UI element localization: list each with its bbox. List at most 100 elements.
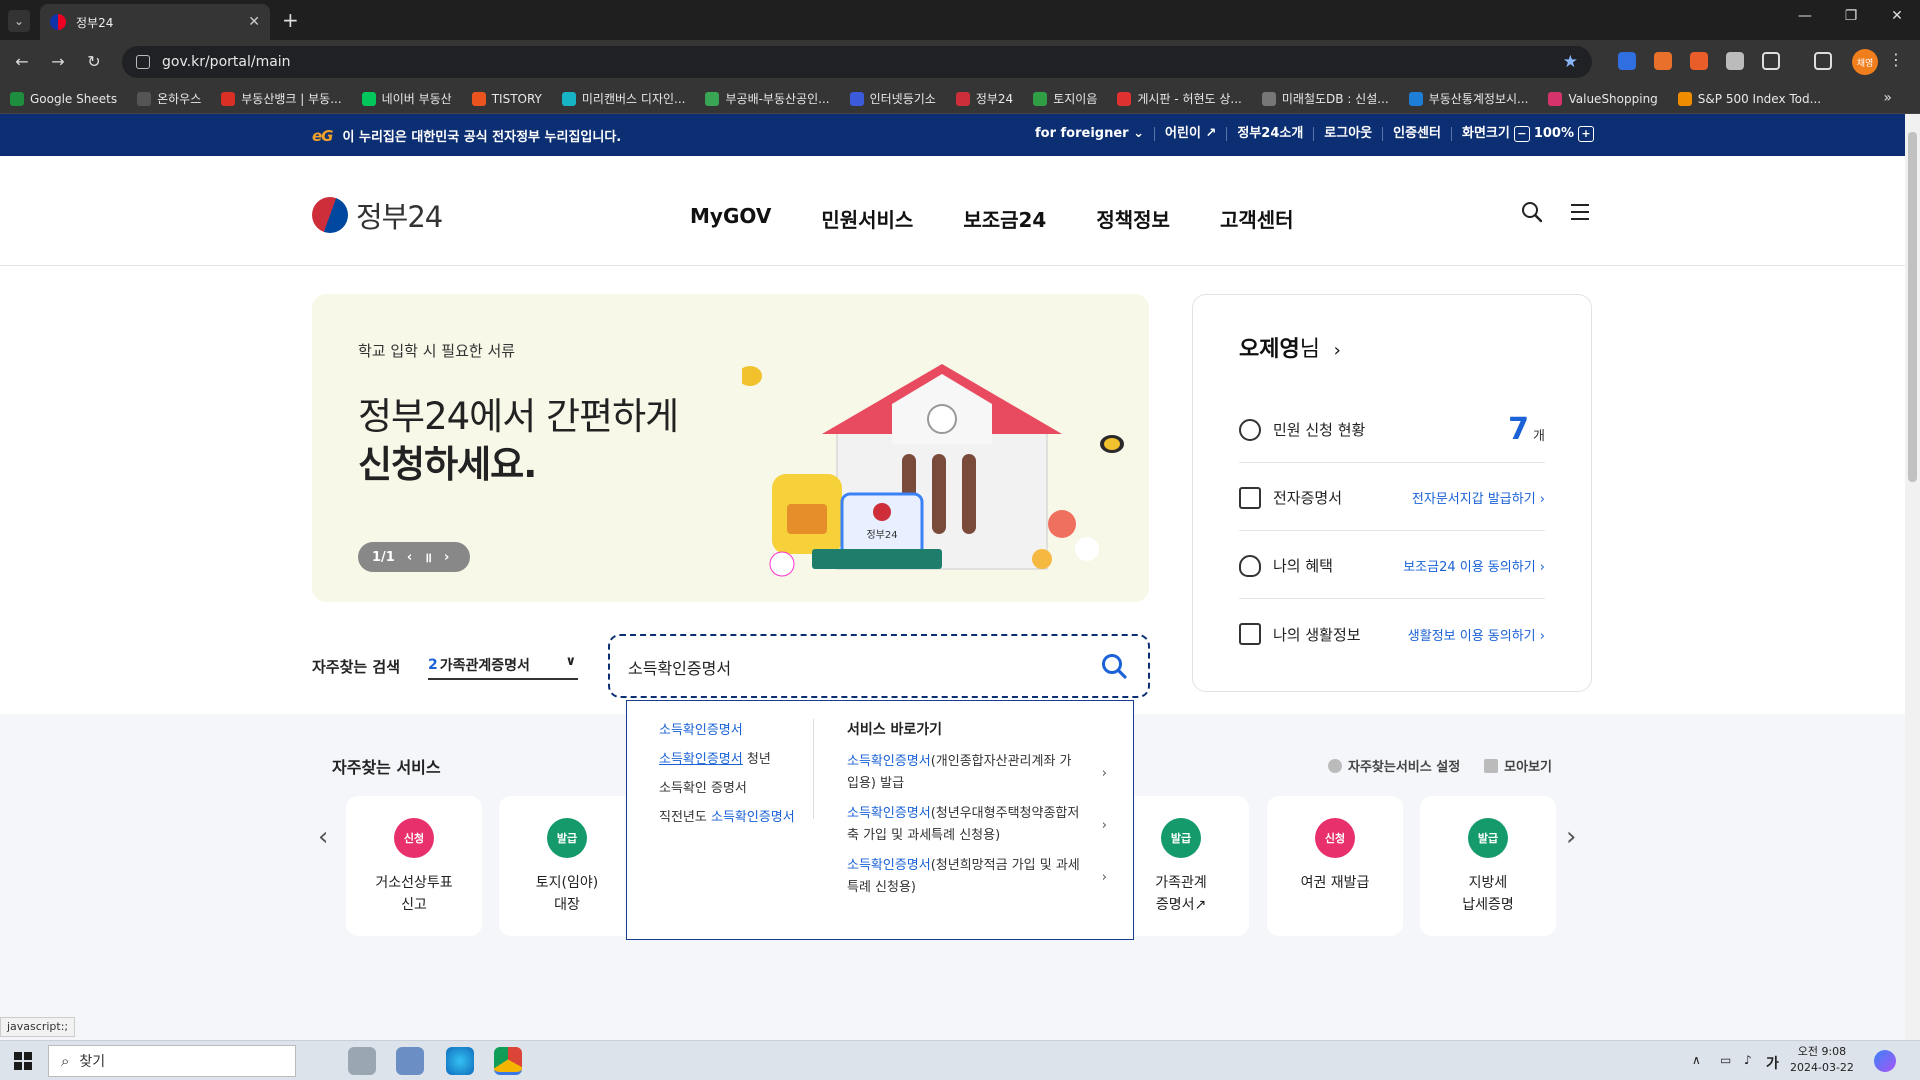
view-all-button[interactable]: 모아보기 [1484, 756, 1552, 775]
bookmark-item[interactable]: S&P 500 Index Tod... [1677, 91, 1821, 106]
page-scrollbar[interactable] [1905, 114, 1920, 1040]
subsidy-consent-link[interactable]: 보조금24 이용 동의하기 › [1403, 556, 1545, 575]
nav-mygov[interactable]: MyGOV [690, 204, 771, 233]
civil-request-status-row[interactable]: 민원 신청 현황 7 개 [1239, 397, 1545, 463]
kids-link[interactable]: 어린이 ↗ [1155, 127, 1228, 141]
restore-icon[interactable]: ❐ [1836, 8, 1866, 24]
next-slide-icon[interactable]: › [444, 550, 449, 565]
service-settings-button[interactable]: 자주찾는서비스 설정 [1328, 756, 1460, 775]
bookmark-item[interactable]: 부동산통계정보시... [1408, 90, 1528, 107]
prev-slide-icon[interactable]: ‹ [407, 550, 412, 565]
bookmark-item[interactable]: 인터넷등기소 [849, 90, 936, 107]
bookmarks-more-icon[interactable]: » [1883, 90, 1892, 106]
back-icon[interactable]: ← [10, 50, 34, 74]
bookmark-item[interactable]: 미리캔버스 디자인... [561, 90, 685, 107]
search-icon[interactable] [1520, 200, 1544, 224]
taskbar-clock[interactable]: 오전 9:08 2024-03-22 [1790, 1044, 1854, 1076]
ime-indicator[interactable]: 가 [1766, 1053, 1779, 1073]
service-shortcut-item[interactable]: 소득확인증명서(청년희망적금 가입 및 과세특례 신청용) › [847, 855, 1107, 899]
bookmark-favicon-icon [1408, 91, 1423, 106]
scrollbar-thumb[interactable] [1908, 132, 1917, 482]
extension-image-icon[interactable] [1726, 52, 1744, 70]
tray-overflow-icon[interactable]: ∧ [1692, 1053, 1701, 1067]
edge-browser-icon[interactable] [446, 1047, 474, 1075]
close-window-icon[interactable]: ✕ [1882, 8, 1912, 24]
side-panel-icon[interactable] [1814, 52, 1832, 70]
bookmark-item[interactable]: Google Sheets [10, 91, 117, 106]
address-bar[interactable]: gov.kr/portal/main ★ [122, 46, 1592, 78]
windows-start-icon[interactable] [14, 1052, 32, 1070]
suggestion-item[interactable]: 소득확인증명서 [659, 719, 813, 738]
site-logo[interactable]: 정부24 [312, 194, 443, 236]
suggestion-item[interactable]: 직전년도 소득확인증명서 [659, 806, 813, 825]
bookmark-item[interactable]: 온하우스 [137, 90, 201, 107]
suggestion-item[interactable]: 소득확인증명서 청년 [659, 748, 813, 767]
carousel-next-icon[interactable]: › [1566, 822, 1576, 852]
bookmark-item[interactable]: ValueShopping [1548, 91, 1658, 106]
new-tab-button[interactable]: + [282, 8, 299, 32]
calculator-app-icon[interactable] [348, 1047, 376, 1075]
extension-shield-icon[interactable] [1618, 52, 1636, 70]
suggestion-item[interactable]: 소득확인 증명서 [659, 777, 813, 796]
nav-policy-info[interactable]: 정책정보 [1096, 204, 1170, 233]
service-card[interactable]: 발급 지방세 납세증명 [1420, 796, 1556, 936]
search-submit-icon[interactable] [1100, 652, 1128, 680]
nav-customer-center[interactable]: 고객센터 [1220, 204, 1294, 233]
bookmark-item[interactable]: 게시판 - 허현도 상... [1117, 90, 1242, 107]
tab-close-icon[interactable]: ✕ [248, 14, 260, 30]
bookmark-item[interactable]: TISTORY [471, 91, 542, 106]
service-badge: 발급 [547, 818, 587, 858]
frequent-search-select[interactable]: 2 가족관계증명서 ∨ [428, 652, 578, 680]
service-card[interactable]: 신청 여권 재발급 [1267, 796, 1403, 936]
service-card[interactable]: 발급 토지(임야) 대장 [499, 796, 635, 936]
extension-ex-icon[interactable] [1690, 52, 1708, 70]
e-wallet-issue-link[interactable]: 전자문서지갑 발급하기 › [1412, 488, 1545, 507]
file-explorer-app-icon[interactable] [396, 1047, 424, 1075]
extension-grid-icon[interactable] [1654, 52, 1672, 70]
hero-banner[interactable]: 학교 입학 시 필요한 서류 정부24에서 간편하게 신청하세요. 1/1 ‹ … [312, 294, 1149, 602]
logout-link[interactable]: 로그아웃 [1314, 127, 1384, 141]
user-name-link[interactable]: 오제영님 › [1239, 331, 1341, 363]
bookmark-item[interactable]: 네이버 부동산 [361, 90, 452, 107]
browser-toolbar: ← → ↻ gov.kr/portal/main ★ 채영 ⋮ [0, 40, 1920, 84]
forward-icon[interactable]: → [46, 50, 70, 74]
service-shortcut-item[interactable]: 소득확인증명서(개인종합자산관리계좌 가입용) 발급 › [847, 751, 1107, 795]
service-shortcut-item[interactable]: 소득확인증명서(청년우대형주택청약종합저축 가입 및 과세특례 신청용) › [847, 803, 1107, 847]
browser-tab[interactable]: 정부24 ✕ [40, 4, 270, 40]
browser-menu-icon[interactable]: ⋮ [1888, 50, 1904, 69]
chrome-browser-icon[interactable] [494, 1047, 522, 1075]
profile-avatar[interactable]: 채영 [1852, 49, 1878, 75]
for-foreigner-dropdown[interactable]: for foreigner ⌄ [1025, 127, 1156, 141]
bookmark-item[interactable]: 부공배-부동산공인... [705, 90, 830, 107]
tab-search-icon[interactable]: ⌄ [8, 10, 30, 32]
document-icon [1239, 486, 1261, 509]
cert-center-link[interactable]: 인증센터 [1383, 127, 1452, 141]
zoom-out-button[interactable]: − [1513, 126, 1530, 142]
network-icon[interactable]: ▭ [1720, 1053, 1731, 1067]
nav-civil-service[interactable]: 민원서비스 [821, 204, 913, 233]
grid-icon [1484, 759, 1499, 773]
pause-icon[interactable]: ॥ [424, 548, 432, 566]
site-info-icon[interactable] [136, 55, 150, 69]
bookmark-item[interactable]: 부동산뱅크 | 부동... [221, 90, 342, 107]
nav-subsidy24[interactable]: 보조금24 [963, 204, 1046, 233]
taskbar-search[interactable]: ⌕ 찾기 [48, 1045, 296, 1077]
bookmark-item[interactable]: 미래철도DB : 신설... [1261, 90, 1389, 107]
extensions-puzzle-icon[interactable] [1762, 52, 1780, 70]
bookmark-star-icon[interactable]: ★ [1563, 52, 1578, 72]
volume-icon[interactable]: ♪ [1744, 1053, 1752, 1067]
service-label: 여권 재발급 [1300, 875, 1370, 891]
copilot-icon[interactable] [1874, 1050, 1896, 1072]
hamburger-menu-icon[interactable] [1568, 200, 1592, 224]
zoom-in-button[interactable]: + [1578, 126, 1594, 142]
bookmark-item[interactable]: 정부24 [955, 90, 1013, 107]
about-link[interactable]: 정부24소개 [1227, 127, 1315, 141]
minimize-icon[interactable]: — [1790, 8, 1820, 24]
search-input[interactable] [628, 654, 1068, 680]
service-card[interactable]: 신청 거소선상투표 신고 [346, 796, 482, 936]
carousel-prev-icon[interactable]: ‹ [318, 822, 328, 852]
bookmark-item[interactable]: 토지이음 [1033, 90, 1097, 107]
reload-icon[interactable]: ↻ [82, 50, 106, 74]
life-info-consent-link[interactable]: 생활정보 이용 동의하기 › [1408, 625, 1545, 644]
bookmark-label: 토지이음 [1053, 92, 1098, 106]
